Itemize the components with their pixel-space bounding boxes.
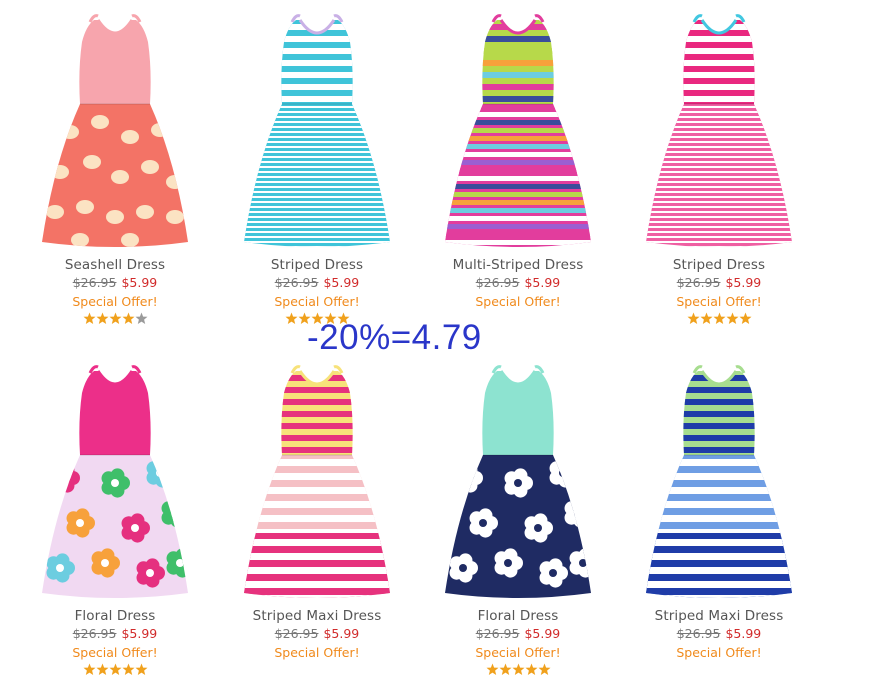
star-filled-icon bbox=[96, 663, 108, 676]
product-rating[interactable] bbox=[423, 662, 613, 678]
special-offer-link[interactable]: Special Offer! bbox=[423, 643, 613, 662]
special-offer-link[interactable]: Special Offer! bbox=[624, 292, 814, 311]
special-offer-link[interactable]: Special Offer! bbox=[624, 643, 814, 662]
sale-price: $5.99 bbox=[121, 275, 158, 290]
product-image[interactable] bbox=[20, 12, 210, 252]
product-card[interactable]: Striped Maxi Dress $26.95 $5.99 Special Off… bbox=[222, 363, 412, 678]
product-image[interactable] bbox=[423, 12, 613, 252]
product-name-link[interactable]: Striped Maxi Dress bbox=[222, 607, 412, 625]
dress-image bbox=[646, 365, 792, 598]
product-card[interactable]: Striped Dress $26.95 $5.99 Special Offer! bbox=[222, 12, 412, 327]
product-image[interactable] bbox=[624, 363, 814, 603]
star-filled-icon bbox=[512, 663, 524, 676]
product-name-link[interactable]: Seashell Dress bbox=[20, 256, 210, 274]
product-name-link[interactable]: Floral Dress bbox=[20, 607, 210, 625]
star-filled-icon bbox=[739, 312, 751, 325]
product-rating[interactable] bbox=[20, 311, 210, 327]
star-filled-icon bbox=[499, 663, 511, 676]
sale-price: $5.99 bbox=[524, 626, 561, 641]
product-image[interactable] bbox=[222, 12, 412, 252]
product-price: $26.95 $5.99 bbox=[624, 625, 814, 643]
sale-price: $5.99 bbox=[725, 275, 762, 290]
original-price: $26.95 bbox=[72, 626, 117, 641]
product-name-link[interactable]: Striped Maxi Dress bbox=[624, 607, 814, 625]
sale-price: $5.99 bbox=[323, 626, 360, 641]
product-rating[interactable] bbox=[222, 662, 412, 678]
product-name-link[interactable]: Floral Dress bbox=[423, 607, 613, 625]
dress-image bbox=[42, 365, 188, 598]
star-rating-icon bbox=[687, 312, 751, 325]
star-filled-icon bbox=[700, 312, 712, 325]
product-price: $26.95 $5.99 bbox=[423, 274, 613, 292]
star-filled-icon bbox=[109, 312, 121, 325]
star-empty-icon bbox=[135, 312, 147, 325]
product-name-link[interactable]: Multi-Striped Dress bbox=[423, 256, 613, 274]
product-name-link[interactable]: Striped Dress bbox=[222, 256, 412, 274]
special-offer-link[interactable]: Special Offer! bbox=[222, 643, 412, 662]
original-price: $26.95 bbox=[274, 626, 319, 641]
dress-image bbox=[445, 365, 591, 598]
product-price: $26.95 $5.99 bbox=[20, 274, 210, 292]
original-price: $26.95 bbox=[676, 275, 721, 290]
star-filled-icon bbox=[122, 663, 134, 676]
original-price: $26.95 bbox=[475, 626, 520, 641]
sale-price: $5.99 bbox=[121, 626, 158, 641]
special-offer-link[interactable]: Special Offer! bbox=[20, 643, 210, 662]
product-card[interactable]: Striped Dress $26.95 $5.99 Special Offer! bbox=[624, 12, 814, 327]
dress-image bbox=[244, 365, 390, 598]
dress-image bbox=[646, 14, 792, 247]
special-offer-link[interactable]: Special Offer! bbox=[20, 292, 210, 311]
dress-image bbox=[244, 14, 390, 247]
star-filled-icon bbox=[135, 663, 147, 676]
star-rating-icon bbox=[83, 663, 147, 676]
product-price: $26.95 $5.99 bbox=[222, 625, 412, 643]
product-image[interactable] bbox=[20, 363, 210, 603]
product-rating[interactable] bbox=[624, 662, 814, 678]
sale-price: $5.99 bbox=[323, 275, 360, 290]
product-price: $26.95 $5.99 bbox=[222, 274, 412, 292]
product-price: $26.95 $5.99 bbox=[423, 625, 613, 643]
product-image[interactable] bbox=[423, 363, 613, 603]
star-filled-icon bbox=[285, 312, 297, 325]
dress-image bbox=[445, 14, 591, 247]
star-filled-icon bbox=[525, 663, 537, 676]
price-annotation: -20%=4.79 bbox=[307, 318, 482, 357]
star-filled-icon bbox=[486, 663, 498, 676]
sale-price: $5.99 bbox=[524, 275, 561, 290]
star-filled-icon bbox=[96, 312, 108, 325]
product-rating[interactable] bbox=[624, 311, 814, 327]
product-image[interactable] bbox=[222, 363, 412, 603]
original-price: $26.95 bbox=[72, 275, 117, 290]
star-filled-icon bbox=[83, 663, 95, 676]
sale-price: $5.99 bbox=[725, 626, 762, 641]
product-card[interactable]: Multi-Striped Dress $26.95 $5.99 Special Of… bbox=[423, 12, 613, 327]
original-price: $26.95 bbox=[475, 275, 520, 290]
star-rating-icon bbox=[486, 663, 550, 676]
product-card[interactable]: Striped Maxi Dress $26.95 $5.99 Special Off… bbox=[624, 363, 814, 678]
star-filled-icon bbox=[713, 312, 725, 325]
product-price: $26.95 $5.99 bbox=[20, 625, 210, 643]
star-filled-icon bbox=[726, 312, 738, 325]
product-price: $26.95 $5.99 bbox=[624, 274, 814, 292]
product-card[interactable]: Seashell Dress $26.95 $5.99 Special Offer! bbox=[20, 12, 210, 327]
original-price: $26.95 bbox=[274, 275, 319, 290]
product-card[interactable]: Floral Dress $26.95 $5.99 Special Offer! bbox=[423, 363, 613, 678]
star-filled-icon bbox=[538, 663, 550, 676]
star-filled-icon bbox=[122, 312, 134, 325]
special-offer-link[interactable]: Special Offer! bbox=[423, 292, 613, 311]
original-price: $26.95 bbox=[676, 626, 721, 641]
dress-image bbox=[42, 14, 188, 247]
star-filled-icon bbox=[109, 663, 121, 676]
product-card[interactable]: Floral Dress $26.95 $5.99 Special Offer! bbox=[20, 363, 210, 678]
star-rating-icon bbox=[83, 312, 147, 325]
product-rating[interactable] bbox=[20, 662, 210, 678]
product-name-link[interactable]: Striped Dress bbox=[624, 256, 814, 274]
star-filled-icon bbox=[83, 312, 95, 325]
special-offer-link[interactable]: Special Offer! bbox=[222, 292, 412, 311]
star-filled-icon bbox=[687, 312, 699, 325]
product-image[interactable] bbox=[624, 12, 814, 252]
